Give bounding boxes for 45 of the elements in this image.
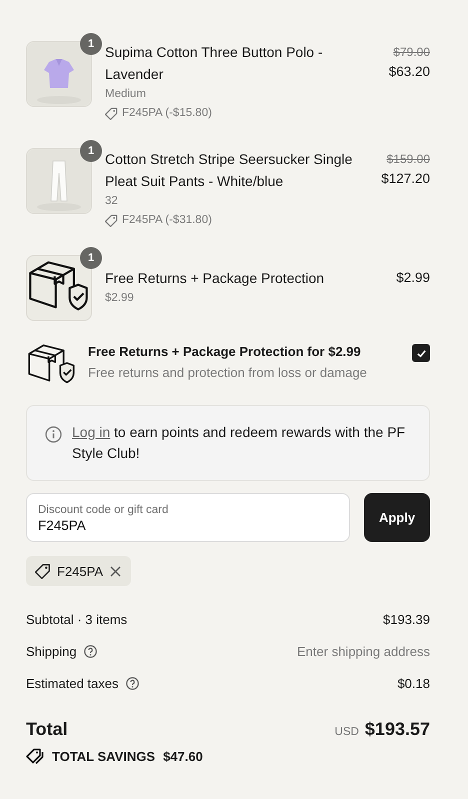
checkbox[interactable] (412, 344, 430, 362)
summary-value: Enter shipping address (297, 643, 430, 661)
currency-code: USD (334, 726, 359, 738)
savings-label: TOTAL SAVINGS (52, 748, 156, 764)
offer-title: Free Returns + Package Protection for $2.99 (88, 343, 362, 361)
product-title: Cotton Stretch Stripe Seersucker Single Pleat Suit Pants - White/blue (105, 150, 354, 191)
variant-text: 32 (105, 194, 119, 209)
summary-label: Shipping (26, 643, 77, 661)
discount-code: F245PA (57, 564, 104, 578)
variant-text: Medium (105, 87, 147, 102)
quantity-badge: 1 (80, 140, 102, 162)
summary-label: Estimated taxes (26, 675, 118, 693)
info-icon (45, 426, 62, 443)
close-icon[interactable] (109, 564, 122, 578)
login-link[interactable]: Log in (72, 424, 110, 440)
product-title: Supima Cotton Three Button Polo - Lavender (105, 43, 324, 84)
price: $63.20 (388, 63, 430, 81)
offer-description: Free returns and protection from loss or damage (88, 364, 368, 382)
discount-text: F245PA (-$15.80) (122, 106, 212, 121)
discount-text: F245PA (-$31.80) (122, 213, 212, 228)
price: $127.20 (381, 170, 430, 188)
total-label: Total (26, 719, 68, 740)
summary-value: $193.39 (383, 611, 430, 629)
tag-icon (35, 563, 51, 579)
check-icon (416, 348, 426, 358)
input-field[interactable]: F245PA (38, 518, 338, 533)
tags-icon (26, 748, 44, 764)
variant-text: $2.99 (105, 291, 135, 306)
box-shield-icon (26, 342, 76, 384)
savings-amount: $47.60 (163, 748, 203, 764)
quantity-badge: 1 (80, 33, 102, 55)
field-label: Discount code or gift card (38, 503, 170, 518)
apply-button[interactable]: Apply (364, 493, 430, 542)
rewards-text: Log in to earn points and redeem rewards with the PF Style Club! (72, 423, 406, 463)
discount-field[interactable]: Discount code or gift card F245PA (26, 493, 350, 542)
original-price: $159.00 (386, 151, 430, 168)
tag-icon (105, 107, 118, 120)
price: $2.99 (396, 269, 430, 287)
product-title: Free Returns + Package Protection (105, 269, 326, 288)
summary-label: Subtotal · 3 items (26, 611, 128, 629)
tag-icon (105, 214, 118, 227)
summary-value: $0.18 (397, 675, 430, 693)
total-amount: $193.57 (364, 719, 430, 740)
quantity-badge: 1 (80, 247, 102, 269)
original-price: $79.00 (393, 44, 430, 61)
